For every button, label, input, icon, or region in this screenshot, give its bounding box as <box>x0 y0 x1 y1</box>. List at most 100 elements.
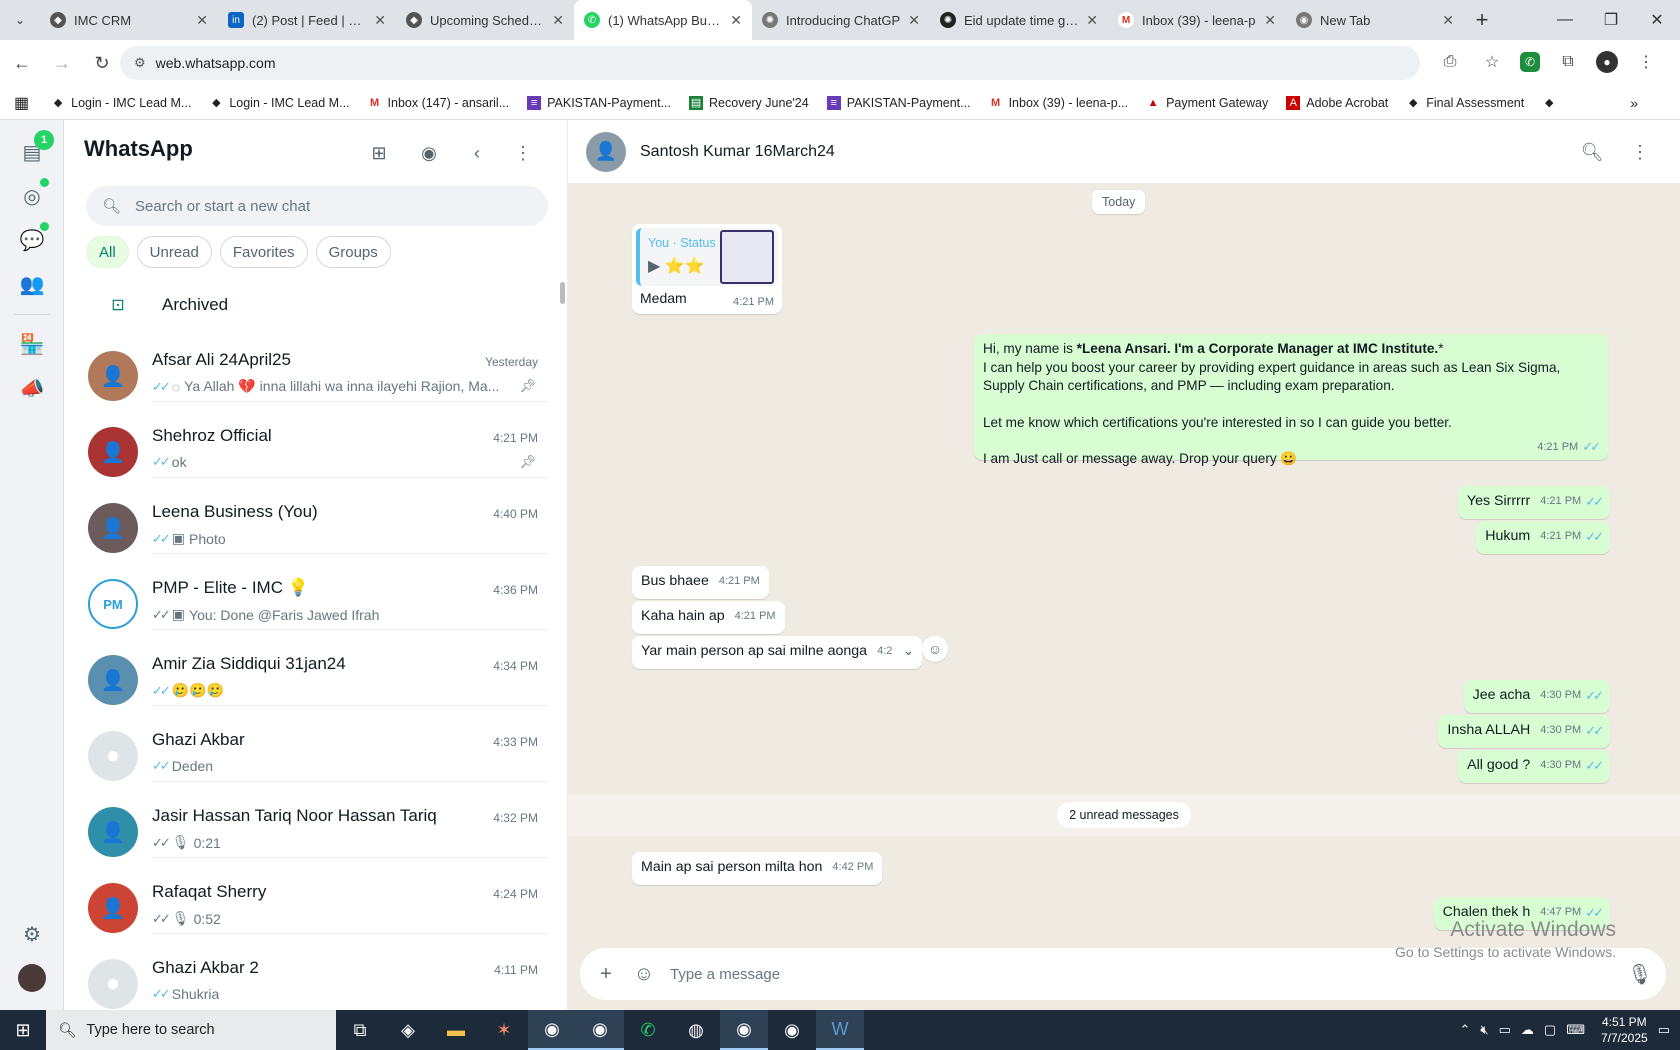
bookmark-item[interactable]: ▲ Payment Gateway <box>1146 96 1269 110</box>
outgoing-message[interactable]: Hukum 4:21 PM ✓✓ <box>1476 521 1610 554</box>
contact-avatar[interactable]: 👤 <box>586 131 626 172</box>
intro-message-bubble[interactable]: Hi, my name is *Leena Ansari. I'm a Corp… <box>974 334 1608 466</box>
chrome-icon[interactable]: ◉ <box>768 1010 816 1050</box>
bookmark-item[interactable]: ◆ Login - IMC Lead M... <box>51 96 191 110</box>
bookmark-item[interactable]: ≡ PAKISTAN-Payment... <box>826 95 971 110</box>
outgoing-message[interactable]: All good ? 4:30 PM ✓✓ <box>1458 750 1610 783</box>
chat-item[interactable]: 👤 Leena Business (You) 4:40 PM ✓✓ ▣ Photo <box>64 490 568 566</box>
sticker-emoji-icon[interactable]: ☺ <box>630 960 658 988</box>
network-icon[interactable]: ▭ <box>1499 1022 1511 1038</box>
contact-name[interactable]: Santosh Kumar 16March24 <box>640 143 835 161</box>
extension-whatsapp-icon[interactable]: ✆ <box>1520 52 1540 72</box>
tab-search-icon[interactable]: ⌄ <box>0 0 40 40</box>
filter-unread[interactable]: Unread <box>136 236 212 268</box>
filter-favorites[interactable]: Favorites <box>219 236 308 268</box>
new-tab-button[interactable]: + <box>1464 0 1500 40</box>
taskbar-clock[interactable]: 4:51 PM 7/7/2025 <box>1601 1014 1648 1046</box>
weather-icon[interactable]: ☁ <box>1521 1022 1534 1038</box>
whatsapp-icon[interactable]: ✆ <box>624 1010 672 1050</box>
taskbar-search[interactable]: 🔍︎ Type here to search <box>46 1010 336 1050</box>
chat-item[interactable]: PM PMP - Elite - IMC 💡 4:36 PM ✓✓ ▣ You: D… <box>64 566 568 642</box>
chat-item[interactable]: 👤 Rafaqat Sherry 4:24 PM ✓✓ 🎙︎ 0:52 <box>64 870 568 946</box>
chat-item[interactable]: ● Ghazi Akbar 4:33 PM ✓✓ Deden <box>64 718 568 794</box>
tab-chatgpt[interactable]: ✺ Introducing ChatGP ✕ <box>752 0 930 40</box>
message-options-chevron-icon[interactable]: ⌄ <box>902 642 914 661</box>
catalog-icon[interactable]: 🏪 <box>14 326 50 362</box>
filter-groups[interactable]: Groups <box>315 236 391 268</box>
archived-row[interactable]: ⊡ Archived <box>86 282 228 328</box>
tab-close-icon[interactable]: ✕ <box>374 12 386 29</box>
outgoing-message[interactable]: Insha ALLAH 4:30 PM ✓✓ <box>1438 715 1610 748</box>
chat-item[interactable]: 👤 Afsar Ali 24April25 Yesterday ✓✓ ◌ Ya Al… <box>64 338 568 414</box>
bookmark-item[interactable]: ▤ Recovery June'24 <box>689 95 809 110</box>
attach-plus-icon[interactable]: + <box>592 960 620 988</box>
chat-item[interactable]: 👤 Jasir Hassan Tariq Noor Hassan Tariq 4… <box>64 794 568 870</box>
chrome-icon[interactable]: ◉ <box>720 1010 768 1050</box>
bookmark-item[interactable]: M Inbox (147) - ansaril... <box>368 96 509 110</box>
extensions-puzzle-icon[interactable]: ⧉ <box>1554 48 1582 76</box>
collapse-chevron-icon[interactable]: ‹ <box>464 140 490 166</box>
sidebar-scrollbar[interactable] <box>560 282 565 304</box>
chat-item[interactable]: 👤 Shehroz Official 4:21 PM ✓✓ ok 📌︎ <box>64 414 568 490</box>
tab-linkedin[interactable]: in (2) Post | Feed | Link ✕ <box>218 0 396 40</box>
app-icon[interactable]: ◍ <box>672 1010 720 1050</box>
communities-icon[interactable]: 👥 <box>14 266 50 302</box>
app-icon[interactable]: ✶ <box>480 1010 528 1050</box>
tab-close-icon[interactable]: ✕ <box>1442 12 1454 29</box>
notifications-icon[interactable]: ▭ <box>1658 1022 1670 1038</box>
profile-avatar[interactable] <box>14 960 50 996</box>
chat-item[interactable]: 👤 Amir Zia Siddiqui 31jan24 4:34 PM ✓✓ 🥲🥲… <box>64 642 568 718</box>
chrome-icon[interactable]: ◉ <box>528 1010 576 1050</box>
filter-all[interactable]: All <box>86 236 129 268</box>
browser-menu-icon[interactable]: ⋮ <box>1632 48 1660 76</box>
status-reply-bubble[interactable]: You · Status ▶︎ ⭐⭐ Medam 4:21 PM <box>632 224 782 314</box>
tab-whatsapp[interactable]: ✆ (1) WhatsApp Busin ✕ <box>574 0 752 40</box>
search-input[interactable]: 🔍︎ Search or start a new chat <box>86 186 548 226</box>
sidebar-menu-icon[interactable]: ⋮ <box>510 140 536 166</box>
bookmark-item[interactable]: M Inbox (39) - leena-p... <box>989 96 1128 110</box>
incoming-message[interactable]: Yar main person ap sai milne aonga 4:2 ⌄ <box>632 636 923 669</box>
advertise-icon[interactable]: 📣 <box>14 370 50 406</box>
tab-eid-update[interactable]: ✺ Eid update time gap ✕ <box>930 0 1108 40</box>
outgoing-message[interactable]: Jee acha 4:30 PM ✓✓ <box>1463 680 1610 713</box>
incoming-message[interactable]: Main ap sai person milta hon 4:42 PM <box>632 852 883 885</box>
conversation-header[interactable]: 👤 Santosh Kumar 16March24 🔍︎ ⋮ <box>568 120 1680 184</box>
search-icon[interactable]: 🔍︎ <box>1580 140 1604 164</box>
tab-gmail-inbox[interactable]: M Inbox (39) - leena-p ✕ <box>1108 0 1286 40</box>
url-field[interactable]: ⚙ web.whatsapp.com <box>120 46 1420 80</box>
site-info-icon[interactable]: ⚙ <box>134 55 146 71</box>
tab-upcoming-schedule[interactable]: ◆ Upcoming Schedule ✕ <box>396 0 574 40</box>
microphone-icon[interactable]: 🎙︎ <box>1626 960 1654 988</box>
tab-close-icon[interactable]: ✕ <box>1086 12 1098 29</box>
task-view-icon[interactable]: ⧉ <box>336 1010 384 1050</box>
keyboard-icon[interactable]: ⌨ <box>1566 1022 1585 1038</box>
new-chat-icon[interactable]: ⊞ <box>366 140 392 166</box>
forward-icon[interactable]: → <box>44 45 80 81</box>
minimize-icon[interactable]: — <box>1542 0 1588 40</box>
chrome-icon[interactable]: ◉ <box>576 1010 624 1050</box>
bookmark-item[interactable]: ≡ PAKISTAN-Payment... <box>527 95 671 110</box>
tab-close-icon[interactable]: ✕ <box>730 12 742 29</box>
tab-imc-crm[interactable]: ◆ IMC CRM ✕ <box>40 0 218 40</box>
display-icon[interactable]: ▢ <box>1544 1022 1556 1038</box>
tab-close-icon[interactable]: ✕ <box>1264 12 1276 29</box>
react-emoji-icon[interactable]: ☺ <box>922 636 948 662</box>
conversation-menu-icon[interactable]: ⋮ <box>1628 140 1652 164</box>
incoming-message[interactable]: Kaha hain ap 4:21 PM <box>632 601 785 634</box>
more-bookmarks-icon[interactable]: » <box>1630 95 1638 111</box>
chevron-up-icon[interactable]: ⌃ <box>1460 1022 1471 1038</box>
word-icon[interactable]: W <box>816 1010 864 1050</box>
back-icon[interactable]: ← <box>4 45 40 81</box>
outgoing-message[interactable]: Yes Sirrrrr 4:21 PM ✓✓ <box>1457 486 1610 519</box>
install-app-icon[interactable]: ⎙ <box>1436 48 1464 76</box>
reload-icon[interactable]: ↻ <box>84 45 120 81</box>
settings-icon[interactable]: ⚙ <box>14 916 50 952</box>
hide-eye-icon[interactable]: ◉ <box>416 140 442 166</box>
restore-icon[interactable]: ❐ <box>1588 0 1634 40</box>
volume-muted-icon[interactable]: 🔇︎ <box>1480 1022 1488 1038</box>
bookmark-star-icon[interactable]: ☆ <box>1478 48 1506 76</box>
profile-avatar-icon[interactable]: ● <box>1596 51 1618 73</box>
file-explorer-icon[interactable]: ▬ <box>432 1010 480 1050</box>
windows-start-icon[interactable]: ⊞ <box>0 1010 46 1050</box>
copilot-icon[interactable]: ◈ <box>384 1010 432 1050</box>
